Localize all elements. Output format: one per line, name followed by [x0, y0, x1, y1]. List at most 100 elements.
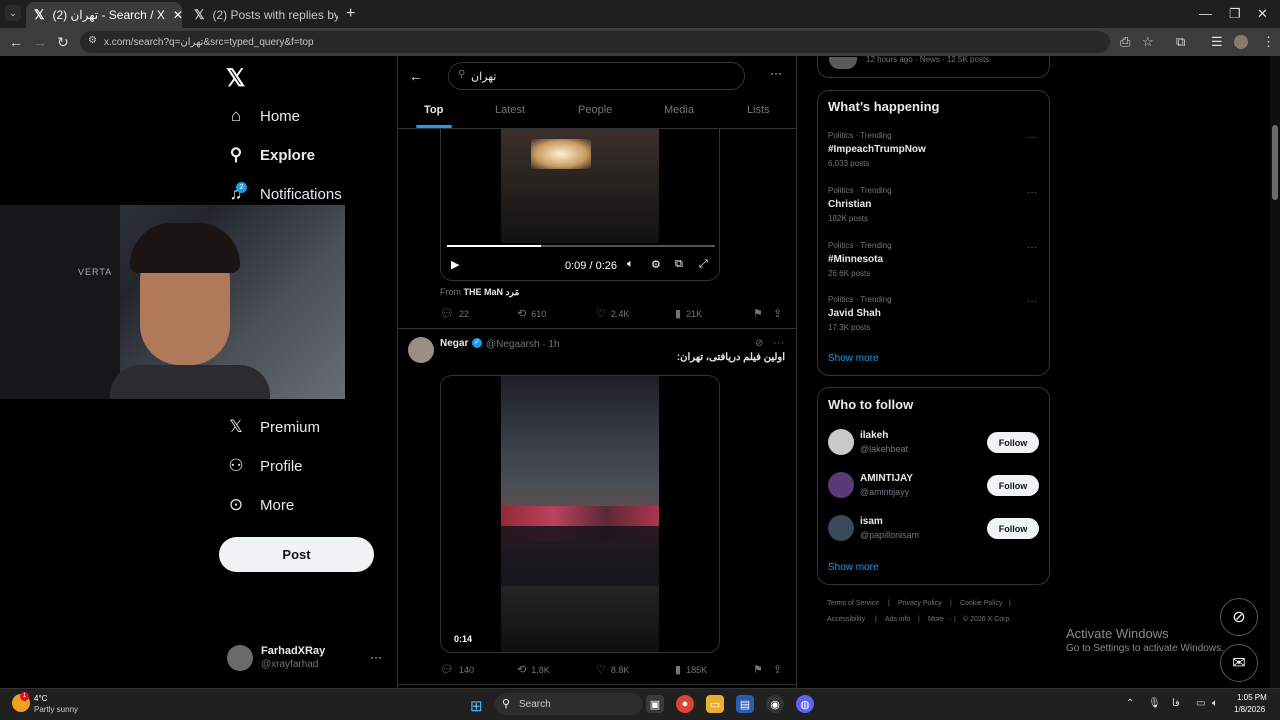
network-icon[interactable]: ▭ — [1196, 698, 1205, 709]
share-button[interactable]: ⇪ — [773, 663, 782, 676]
close-tab-icon[interactable]: ✕ — [173, 8, 182, 22]
search-input[interactable]: ⚲ تهران — [448, 62, 745, 90]
discord-icon[interactable]: ◍ — [796, 695, 814, 713]
windows-start-icon[interactable]: ⊞ — [470, 697, 483, 715]
new-tab-button[interactable]: + — [346, 5, 355, 23]
volume-icon[interactable]: 🔈︎ — [1212, 698, 1218, 709]
account-handle[interactable]: @xrayfarhad — [261, 659, 318, 670]
show-more-link[interactable]: Show more — [828, 353, 879, 364]
reply-button[interactable]: 💬︎ 22 — [440, 307, 469, 320]
user-handle[interactable]: @amintijayy — [860, 487, 909, 497]
footer-ads[interactable]: Ads info — [885, 616, 910, 623]
share-button[interactable]: ⇪ — [773, 307, 782, 320]
weather-temp[interactable]: 4°C — [34, 694, 47, 703]
store-icon[interactable]: ▤ — [736, 695, 754, 713]
trend-name[interactable]: Christian — [828, 199, 871, 210]
nav-profile[interactable]: ⚇ Profile — [226, 451, 302, 481]
avatar[interactable] — [828, 515, 854, 541]
x-logo[interactable]: 𝕏 — [226, 64, 245, 93]
account-name[interactable]: FarhadXRay — [261, 645, 325, 657]
avatar[interactable] — [828, 472, 854, 498]
footer-privacy[interactable]: Privacy Policy — [898, 600, 942, 607]
pip-icon[interactable]: ⧉ — [675, 258, 683, 271]
video-progress-bar[interactable] — [447, 245, 715, 247]
settings-icon[interactable]: ⚙ — [651, 258, 661, 271]
nav-home[interactable]: ⌂ Home — [226, 101, 300, 131]
tab-media[interactable]: Media — [664, 104, 694, 116]
extensions-icon[interactable]: ⧉ — [1176, 34, 1185, 50]
tab-latest[interactable]: Latest — [495, 104, 525, 116]
weather-desc[interactable]: Partly sunny — [34, 705, 78, 714]
footer-cookie[interactable]: Cookie Policy — [960, 600, 1002, 607]
trend-name[interactable]: Javid Shah — [828, 308, 881, 319]
install-app-icon[interactable]: ⎙ — [1120, 34, 1130, 50]
bookmark-button[interactable]: ⚑ — [753, 307, 763, 320]
author-name[interactable]: Negar — [440, 338, 468, 349]
user-name[interactable]: AMINTIJAY — [860, 473, 913, 484]
reading-list-icon[interactable]: ☰ — [1211, 34, 1223, 50]
forward-icon[interactable]: → — [33, 34, 47, 50]
video-player[interactable]: 0:14 — [440, 375, 720, 653]
like-button[interactable]: ♡ 2.4K — [596, 307, 629, 320]
messages-icon[interactable]: ✉ — [1220, 644, 1258, 682]
account-avatar[interactable] — [227, 645, 253, 671]
clock-date[interactable]: 1/8/2026 — [1234, 705, 1265, 714]
user-name[interactable]: isam — [860, 516, 883, 527]
nav-explore[interactable]: ⚲ Explore — [226, 140, 315, 170]
user-name[interactable]: ilakeh — [860, 430, 888, 441]
follow-button[interactable]: Follow — [987, 518, 1039, 539]
trend-more-icon[interactable]: ··· — [1027, 187, 1037, 198]
tray-overflow-icon[interactable]: ⌃ — [1126, 698, 1134, 709]
tab-people[interactable]: People — [578, 104, 612, 116]
tab-lists[interactable]: Lists — [747, 104, 770, 116]
browser-menu-icon[interactable]: ⋮ — [1262, 34, 1275, 50]
user-handle[interactable]: @papillonisam — [860, 530, 919, 540]
chrome-icon[interactable]: ● — [676, 695, 694, 713]
video-player[interactable]: ▶ 0:09 / 0:26 🔈︎ ⚙ ⧉ ⤢ — [440, 129, 720, 281]
nav-premium[interactable]: 𝕏 Premium — [226, 412, 320, 442]
avatar[interactable] — [828, 429, 854, 455]
tab-search-button[interactable]: ⌄ — [5, 5, 21, 21]
like-button[interactable]: ♡ 8.8K — [596, 663, 629, 676]
trend-more-icon[interactable]: ··· — [1027, 132, 1037, 143]
search-more-icon[interactable]: ··· — [770, 66, 782, 80]
nav-more[interactable]: ⊙ More — [226, 490, 294, 520]
views-button[interactable]: ▮ 185K — [675, 663, 707, 676]
browser-tab-replies[interactable]: 𝕏 (2) Posts with replies by Reza P… ✕ — [186, 2, 338, 28]
trend-more-icon[interactable]: ··· — [1027, 296, 1037, 307]
browser-tab-search[interactable]: 𝕏 (2) تهران - Search / X ✕ — [26, 2, 182, 28]
profile-avatar[interactable] — [1234, 35, 1248, 49]
file-explorer-icon[interactable]: ▭ — [706, 695, 724, 713]
trend-name[interactable]: #Minnesota — [828, 254, 883, 265]
taskbar-search[interactable]: ⚲ Search — [495, 693, 643, 715]
task-view-icon[interactable]: ▣ — [646, 695, 664, 713]
views-button[interactable]: ▮ 21K — [675, 307, 702, 320]
account-more-icon[interactable]: ··· — [370, 650, 382, 664]
tab-top[interactable]: Top — [424, 104, 443, 116]
video-source[interactable]: From THE MaN مَرد — [440, 287, 519, 298]
restore-button[interactable]: ❐ — [1229, 6, 1241, 22]
grok-icon[interactable]: ⊘ — [755, 338, 763, 349]
input-language[interactable]: فا — [1172, 698, 1180, 709]
site-info-icon[interactable]: ⚙ — [88, 35, 97, 46]
author-handle[interactable]: @Negaarsh · 1h — [486, 339, 560, 350]
minimize-button[interactable]: — — [1199, 6, 1212, 21]
reply-button[interactable]: 💬︎ 140 — [440, 663, 474, 676]
repost-button[interactable]: ⟲ 610 — [517, 307, 546, 320]
obs-icon[interactable]: ◉ — [766, 695, 784, 713]
trend-name[interactable]: #ImpeachTrumpNow — [828, 144, 926, 155]
footer-terms[interactable]: Terms of Service — [827, 600, 879, 607]
reload-icon[interactable]: ↻ — [57, 34, 69, 51]
volume-icon[interactable]: 🔈︎ — [627, 258, 634, 271]
fullscreen-icon[interactable]: ⤢ — [699, 258, 708, 271]
post-button[interactable]: Post — [219, 537, 374, 572]
avatar[interactable] — [408, 337, 434, 363]
footer-more[interactable]: More ··· — [928, 616, 953, 623]
back-icon[interactable]: ← — [9, 34, 23, 50]
back-arrow-icon[interactable]: ← — [409, 68, 423, 84]
trend-more-icon[interactable]: ··· — [1027, 242, 1037, 253]
clock-time[interactable]: 1:05 PM — [1237, 693, 1267, 702]
user-handle[interactable]: @lakehbeat — [860, 444, 908, 454]
bookmark-button[interactable]: ⚑ — [753, 663, 763, 676]
microphone-icon[interactable]: 🎙︎ — [1148, 698, 1161, 709]
